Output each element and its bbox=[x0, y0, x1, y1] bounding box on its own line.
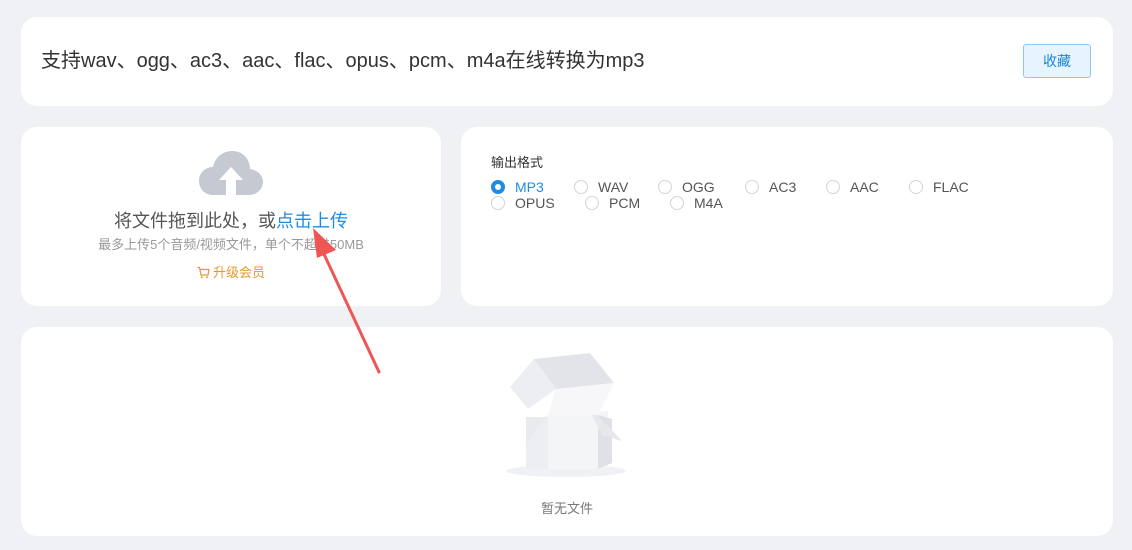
format-option-label: PCM bbox=[609, 195, 641, 211]
format-option-label: M4A bbox=[694, 195, 723, 211]
radio-unchecked-icon bbox=[826, 180, 840, 194]
radio-unchecked-icon bbox=[491, 196, 505, 210]
format-option-label: AC3 bbox=[769, 179, 797, 195]
upgrade-member-link[interactable]: 升级会员 bbox=[21, 265, 441, 281]
empty-files-text: 暂无文件 bbox=[540, 501, 593, 516]
upload-prompt-text: 将文件拖到此处，或 bbox=[114, 211, 276, 231]
empty-box-illustration bbox=[506, 353, 626, 477]
format-option-label: AAC bbox=[850, 179, 879, 195]
upload-link[interactable]: 点击上传 bbox=[276, 211, 348, 231]
radio-unchecked-icon bbox=[585, 196, 599, 210]
output-format-card: 输出格式 MP3 WAV OGG AC3 AAC FLAC OPUS PCM M… bbox=[461, 127, 1113, 306]
output-format-label: 输出格式 bbox=[491, 155, 544, 170]
upload-dropzone[interactable]: 将文件拖到此处，或点击上传 最多上传5个音频/视频文件，单个不超过50MB 升级… bbox=[21, 127, 441, 306]
cart-icon bbox=[197, 266, 210, 279]
radio-unchecked-icon bbox=[670, 196, 684, 210]
format-option-label: WAV bbox=[598, 179, 629, 195]
cloud-upload-icon bbox=[199, 151, 263, 195]
file-list-card: 暂无文件 bbox=[21, 327, 1113, 536]
upload-prompt: 将文件拖到此处，或点击上传 bbox=[21, 209, 441, 233]
radio-unchecked-icon bbox=[745, 180, 759, 194]
upload-limit-text: 最多上传5个音频/视频文件，单个不超过50MB bbox=[98, 237, 364, 252]
upgrade-member-label: 升级会员 bbox=[212, 265, 265, 280]
page-title: 支持wav、ogg、ac3、aac、flac、opus、pcm、m4a在线转换为… bbox=[41, 50, 645, 72]
format-option-label: MP3 bbox=[515, 179, 544, 195]
header-card: 支持wav、ogg、ac3、aac、flac、opus、pcm、m4a在线转换为… bbox=[21, 17, 1113, 106]
format-option-label: OGG bbox=[682, 179, 715, 195]
format-option-label: FLAC bbox=[933, 179, 969, 195]
radio-checked-icon bbox=[491, 180, 505, 194]
radio-unchecked-icon bbox=[574, 180, 588, 194]
favorite-button[interactable]: 收藏 bbox=[1023, 44, 1091, 78]
format-option-label: OPUS bbox=[515, 195, 555, 211]
radio-unchecked-icon bbox=[909, 180, 923, 194]
radio-unchecked-icon bbox=[658, 180, 672, 194]
